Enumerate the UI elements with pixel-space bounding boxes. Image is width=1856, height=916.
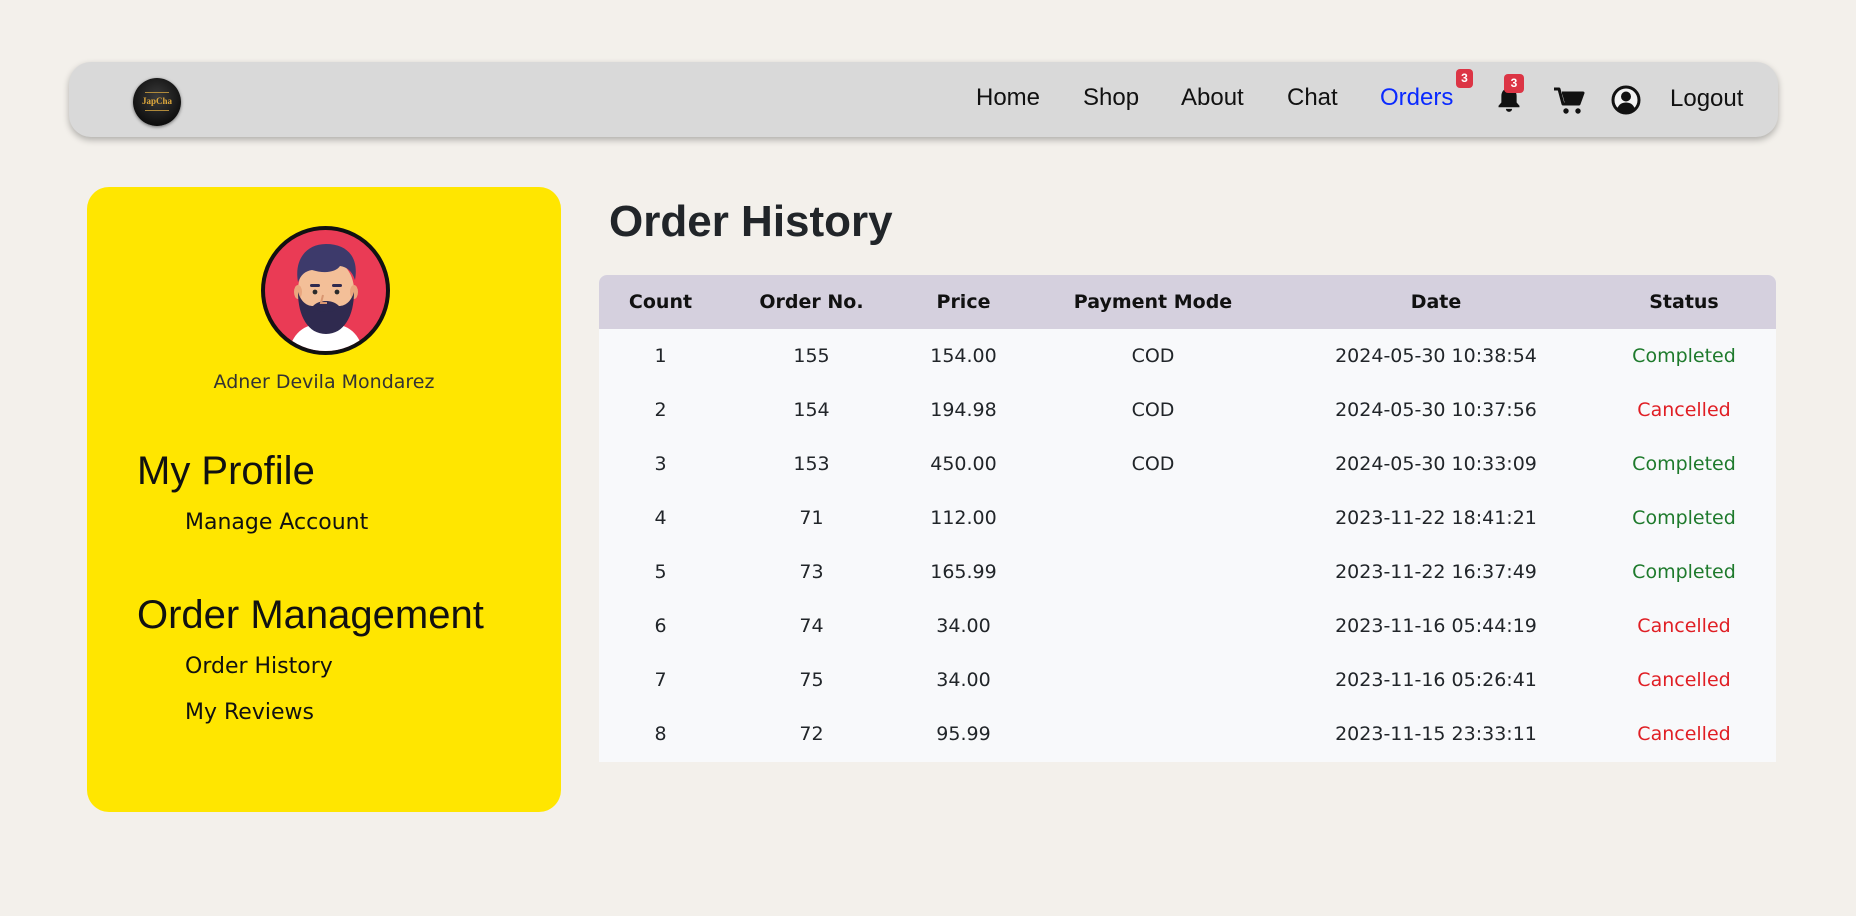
logo-rule — [145, 110, 169, 111]
cell-payment-mode — [1026, 491, 1280, 545]
navbar: JapCha Home Shop About Chat Orders 3 3 L… — [69, 62, 1778, 137]
cell-price: 154.00 — [930, 345, 997, 367]
cell-status: Completed — [1632, 507, 1736, 529]
logo-text: JapCha — [141, 96, 172, 106]
cell-count: 4 — [654, 507, 667, 529]
order-history-link[interactable]: Order History — [185, 654, 333, 679]
nav-link-home[interactable]: Home — [976, 84, 1040, 112]
orders-badge: 3 — [1456, 69, 1473, 88]
cell-order-no: 74 — [799, 615, 824, 637]
cell-price: 112.00 — [930, 507, 997, 529]
cart-icon[interactable] — [1553, 86, 1585, 120]
order-management-heading: Order Management — [137, 593, 484, 637]
nav-link-about[interactable]: About — [1181, 84, 1244, 112]
my-reviews-link[interactable]: My Reviews — [185, 700, 314, 725]
cell-status: Cancelled — [1637, 669, 1731, 691]
cell-order-no: 155 — [793, 345, 830, 367]
cell-date: 2023-11-16 05:26:41 — [1335, 669, 1537, 691]
cell-order-no: 71 — [799, 507, 824, 529]
table-row[interactable]: 3 153 450.00 COD 2024-05-30 10:33:09 Com… — [599, 437, 1776, 491]
nav-link-orders[interactable]: Orders — [1380, 84, 1453, 112]
table-row[interactable]: 1 155 154.00 COD 2024-05-30 10:38:54 Com… — [599, 329, 1776, 383]
cell-order-no: 72 — [799, 723, 824, 745]
user-circle-icon[interactable] — [1611, 85, 1641, 119]
cell-date: 2024-05-30 10:33:09 — [1335, 453, 1537, 475]
cell-status: Completed — [1632, 345, 1736, 367]
cell-price: 194.98 — [930, 399, 997, 421]
cell-status: Completed — [1632, 561, 1736, 583]
order-history-table: Count Order No. Price Payment Mode Date … — [599, 275, 1776, 762]
user-name: Adner Devila Mondarez — [213, 371, 435, 393]
nav-link-shop[interactable]: Shop — [1083, 84, 1139, 112]
cell-order-no: 73 — [799, 561, 824, 583]
cell-payment-mode: COD — [1131, 345, 1175, 367]
cell-payment-mode: COD — [1131, 453, 1175, 475]
cell-date: 2024-05-30 10:37:56 — [1335, 399, 1537, 421]
cell-status: Cancelled — [1637, 399, 1731, 421]
nav-link-chat[interactable]: Chat — [1287, 84, 1338, 112]
cell-date: 2023-11-15 23:33:11 — [1335, 723, 1537, 745]
cell-payment-mode — [1026, 707, 1280, 761]
cell-count: 6 — [654, 615, 667, 637]
sidebar: Adner Devila Mondarez My Profile Manage … — [87, 187, 561, 812]
cell-count: 1 — [654, 345, 667, 367]
cell-status: Cancelled — [1637, 615, 1731, 637]
cell-status: Completed — [1632, 453, 1736, 475]
column-header-payment-mode: Payment Mode — [1073, 291, 1233, 313]
my-profile-heading: My Profile — [137, 449, 315, 493]
table-row[interactable]: 7 75 34.00 2023-11-16 05:26:41 Cancelled — [599, 653, 1776, 707]
cell-count: 5 — [654, 561, 667, 583]
logo-rule — [145, 92, 169, 93]
logout-button[interactable]: Logout — [1670, 85, 1743, 113]
notification-badge: 3 — [1504, 74, 1524, 93]
column-header-price: Price — [936, 291, 991, 313]
user-avatar — [261, 226, 390, 355]
cell-payment-mode — [1026, 653, 1280, 707]
cell-order-no: 153 — [793, 453, 830, 475]
cell-price: 34.00 — [936, 615, 991, 637]
cell-order-no: 154 — [793, 399, 830, 421]
page-title: Order History — [609, 197, 893, 246]
cell-count: 8 — [654, 723, 667, 745]
cell-date: 2023-11-22 16:37:49 — [1335, 561, 1537, 583]
cell-count: 7 — [654, 669, 667, 691]
cell-status: Cancelled — [1637, 723, 1731, 745]
manage-account-link[interactable]: Manage Account — [185, 510, 368, 535]
cell-payment-mode — [1026, 545, 1280, 599]
table-row[interactable]: 5 73 165.99 2023-11-22 16:37:49 Complete… — [599, 545, 1776, 599]
brand-logo[interactable]: JapCha — [133, 78, 181, 126]
cell-order-no: 75 — [799, 669, 824, 691]
cell-price: 95.99 — [936, 723, 991, 745]
table-row[interactable]: 2 154 194.98 COD 2024-05-30 10:37:56 Can… — [599, 383, 1776, 437]
column-header-count: Count — [628, 291, 693, 313]
column-header-date: Date — [1410, 291, 1462, 313]
cell-payment-mode: COD — [1131, 399, 1175, 421]
cell-date: 2023-11-16 05:44:19 — [1335, 615, 1537, 637]
cell-date: 2023-11-22 18:41:21 — [1335, 507, 1537, 529]
cell-count: 2 — [654, 399, 667, 421]
table-header-row: Count Order No. Price Payment Mode Date … — [599, 275, 1776, 329]
cell-payment-mode — [1026, 599, 1280, 653]
column-header-status: Status — [1649, 291, 1719, 313]
table-row[interactable]: 8 72 95.99 2023-11-15 23:33:11 Cancelled — [599, 707, 1776, 761]
table-row[interactable]: 6 74 34.00 2023-11-16 05:44:19 Cancelled — [599, 599, 1776, 653]
column-header-order-no: Order No. — [759, 291, 864, 313]
cell-price: 450.00 — [930, 453, 997, 475]
cell-date: 2024-05-30 10:38:54 — [1335, 345, 1537, 367]
cell-price: 165.99 — [930, 561, 997, 583]
cell-price: 34.00 — [936, 669, 991, 691]
table-row[interactable]: 4 71 112.00 2023-11-22 18:41:21 Complete… — [599, 491, 1776, 545]
cell-count: 3 — [654, 453, 667, 475]
